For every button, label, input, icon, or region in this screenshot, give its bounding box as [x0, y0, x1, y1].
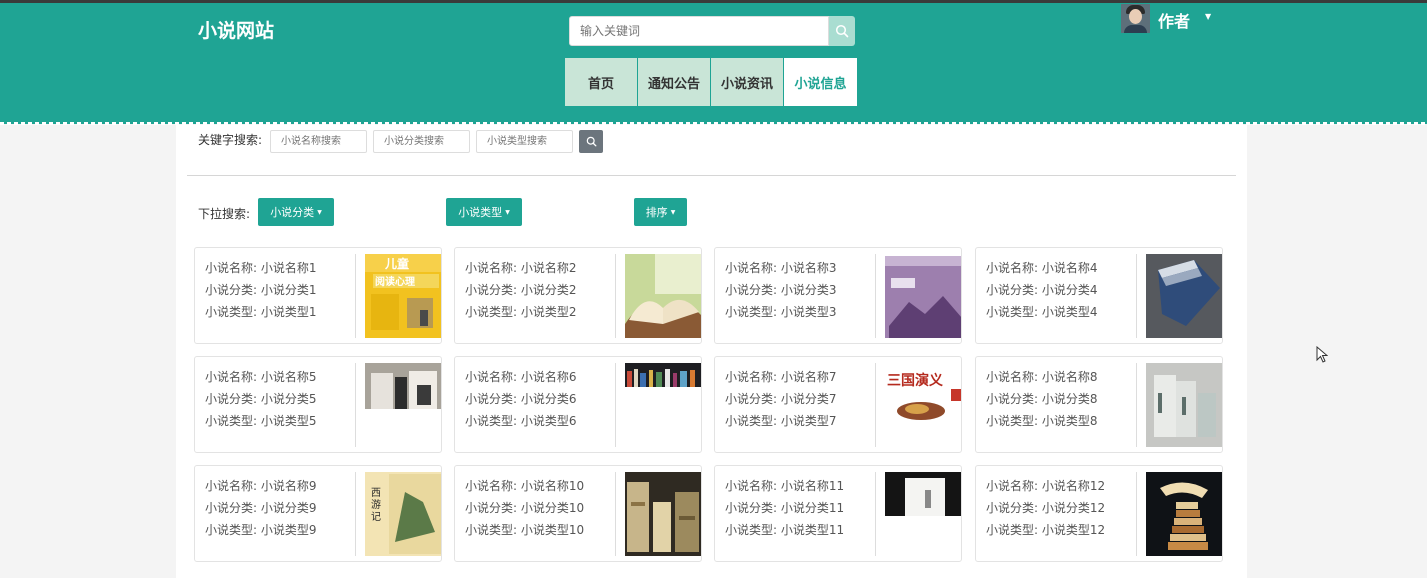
novel-type: 小说类型: 小说类型11	[725, 523, 845, 537]
search-icon	[586, 136, 596, 147]
novel-type: 小说类型: 小说类型3	[725, 305, 837, 319]
novel-name: 小说名称: 小说名称12	[986, 479, 1106, 493]
novel-category: 小说分类: 小说分类7	[725, 392, 837, 406]
caret-down-icon: ▼	[505, 208, 510, 216]
novel-name: 小说名称: 小说名称4	[986, 261, 1098, 275]
novel-category: 小说分类: 小说分类3	[725, 283, 837, 297]
novel-type: 小说类型: 小说类型9	[205, 523, 317, 537]
novel-name: 小说名称: 小说名称1	[205, 261, 317, 275]
nav-home[interactable]: 首页	[565, 58, 637, 106]
nav-novel-info[interactable]: 小说信息	[784, 58, 857, 106]
novel-name: 小说名称: 小说名称2	[465, 261, 577, 275]
novel-cover-image[interactable]	[885, 472, 961, 556]
novel-type: 小说类型: 小说类型12	[986, 523, 1106, 537]
novel-name: 小说名称: 小说名称6	[465, 370, 577, 384]
search-icon	[835, 24, 849, 38]
novel-cover-image[interactable]	[625, 363, 701, 447]
novel-category: 小说分类: 小说分类12	[986, 501, 1106, 515]
search-input[interactable]	[569, 16, 829, 46]
category-dropdown[interactable]: 小说分类 ▼	[258, 198, 334, 226]
novel-category: 小说分类: 小说分类2	[465, 283, 577, 297]
novel-type: 小说类型: 小说类型6	[465, 414, 577, 428]
nav-novel-news[interactable]: 小说资讯	[711, 58, 783, 106]
novel-name: 小说名称: 小说名称7	[725, 370, 837, 384]
novel-name: 小说名称: 小说名称5	[205, 370, 317, 384]
keyword-search-label: 关键字搜索:	[198, 133, 263, 147]
novel-type: 小说类型: 小说类型5	[205, 414, 317, 428]
novel-cover-image[interactable]	[365, 363, 441, 447]
novel-card[interactable]: 小说名称: 小说名称6 小说分类: 小说分类6 小说类型: 小说类型6	[454, 356, 702, 453]
sort-dropdown[interactable]: 排序 ▼	[634, 198, 687, 226]
novel-card[interactable]: 小说名称: 小说名称7 小说分类: 小说分类7 小说类型: 小说类型7 三国演义	[714, 356, 962, 453]
novel-card[interactable]: 小说名称: 小说名称8 小说分类: 小说分类8 小说类型: 小说类型8	[975, 356, 1223, 453]
mouse-cursor-icon	[1316, 346, 1328, 363]
novel-type: 小说类型: 小说类型4	[986, 305, 1098, 319]
novel-cover-image[interactable]	[885, 254, 961, 338]
novel-category: 小说分类: 小说分类11	[725, 501, 845, 515]
novel-category: 小说分类: 小说分类8	[986, 392, 1098, 406]
novel-type: 小说类型: 小说类型8	[986, 414, 1098, 428]
novel-cover-image[interactable]: 西 游 记	[365, 472, 441, 556]
novel-name: 小说名称: 小说名称11	[725, 479, 845, 493]
novel-card[interactable]: 小说名称: 小说名称4 小说分类: 小说分类4 小说类型: 小说类型4	[975, 247, 1223, 344]
novel-name: 小说名称: 小说名称10	[465, 479, 585, 493]
novel-type: 小说类型: 小说类型10	[465, 523, 585, 537]
type-dropdown[interactable]: 小说类型 ▼	[446, 198, 522, 226]
caret-down-icon: ▼	[670, 208, 676, 216]
novel-cover-image[interactable]	[625, 472, 701, 556]
svg-text:儿童: 儿童	[384, 256, 409, 271]
novel-card[interactable]: 小说名称: 小说名称12 小说分类: 小说分类12 小说类型: 小说类型12	[975, 465, 1223, 562]
novel-category: 小说分类: 小说分类5	[205, 392, 317, 406]
novel-card[interactable]: 小说名称: 小说名称2 小说分类: 小说分类2 小说类型: 小说类型2	[454, 247, 702, 344]
user-menu-caret-icon[interactable]: ▼	[1205, 12, 1211, 21]
novel-cover-image[interactable]	[625, 254, 701, 338]
svg-text:记: 记	[371, 511, 381, 523]
novel-type: 小说类型: 小说类型7	[725, 414, 837, 428]
novel-card[interactable]: 小说名称: 小说名称9 小说分类: 小说分类9 小说类型: 小说类型9 西 游 …	[194, 465, 442, 562]
novel-cover-image[interactable]	[1146, 254, 1222, 338]
category-dropdown-label: 小说分类	[270, 206, 315, 219]
caret-down-icon: ▼	[317, 208, 322, 216]
novel-name-search-input[interactable]	[270, 130, 367, 153]
novel-category: 小说分类: 小说分类4	[986, 283, 1098, 297]
novel-type-search-input[interactable]	[476, 130, 573, 153]
novel-cover-image[interactable]	[1146, 363, 1222, 447]
novel-card[interactable]: 小说名称: 小说名称1 小说分类: 小说分类1 小说类型: 小说类型1 儿童 阅…	[194, 247, 442, 344]
novel-name: 小说名称: 小说名称9	[205, 479, 317, 493]
keyword-search-button[interactable]	[579, 130, 603, 153]
svg-text:西: 西	[371, 488, 381, 499]
svg-text:游: 游	[371, 498, 381, 511]
novel-category: 小说分类: 小说分类10	[465, 501, 585, 515]
filter-divider	[187, 175, 1236, 176]
user-name[interactable]: 作者	[1158, 8, 1190, 32]
novel-card[interactable]: 小说名称: 小说名称3 小说分类: 小说分类3 小说类型: 小说类型3	[714, 247, 962, 344]
novel-card[interactable]: 小说名称: 小说名称10 小说分类: 小说分类10 小说类型: 小说类型10	[454, 465, 702, 562]
novel-card[interactable]: 小说名称: 小说名称11 小说分类: 小说分类11 小说类型: 小说类型11	[714, 465, 962, 562]
novel-name: 小说名称: 小说名称8	[986, 370, 1098, 384]
novel-type: 小说类型: 小说类型1	[205, 305, 317, 319]
novel-cover-image[interactable]	[1146, 472, 1222, 556]
sort-dropdown-label: 排序	[645, 206, 668, 219]
novel-type: 小说类型: 小说类型2	[465, 305, 577, 319]
svg-text:三国演义: 三国演义	[887, 372, 943, 389]
novel-category: 小说分类: 小说分类1	[205, 283, 317, 297]
site-title[interactable]: 小说网站	[198, 16, 274, 43]
novel-category: 小说分类: 小说分类9	[205, 501, 317, 515]
type-dropdown-label: 小说类型	[458, 206, 503, 219]
novel-card[interactable]: 小说名称: 小说名称5 小说分类: 小说分类5 小说类型: 小说类型5	[194, 356, 442, 453]
novel-cover-image[interactable]: 儿童 阅读心理	[365, 254, 441, 338]
nav-notices[interactable]: 通知公告	[638, 58, 710, 106]
novel-name: 小说名称: 小说名称3	[725, 261, 837, 275]
search-button[interactable]	[829, 16, 855, 46]
novel-cover-image[interactable]: 三国演义	[885, 363, 961, 447]
user-avatar[interactable]	[1121, 4, 1150, 33]
novel-category-search-input[interactable]	[373, 130, 470, 153]
svg-text:阅读心理: 阅读心理	[375, 275, 415, 288]
novel-category: 小说分类: 小说分类6	[465, 392, 577, 406]
dropdown-search-label: 下拉搜索:	[198, 207, 251, 221]
